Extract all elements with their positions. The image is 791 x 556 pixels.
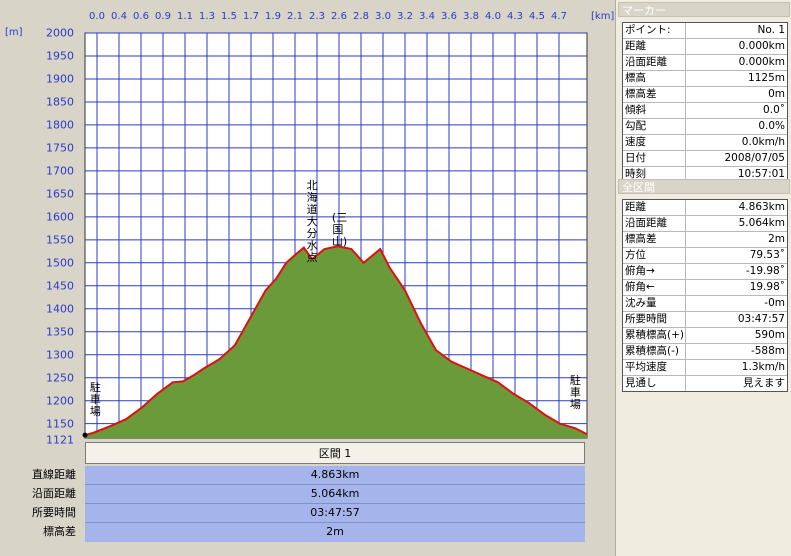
stats-row: 標高差 2m (0, 523, 615, 541)
info-label: 累積標高(-) (623, 344, 686, 359)
info-label: 沿面距離 (623, 55, 686, 70)
chart-annotation: 駐車場 (89, 381, 101, 419)
info-row: 距離 0.000km (623, 39, 787, 55)
info-value: 2m (768, 233, 785, 245)
chart-annotation: 北海道大分水点 (306, 179, 318, 265)
info-label: 沈み量 (623, 296, 686, 311)
stats-value: 4.863km (310, 468, 360, 481)
stats-value: 03:47:57 (310, 506, 360, 519)
info-label: 平均速度 (623, 360, 686, 375)
info-label: 距離 (623, 39, 686, 54)
info-label: 所要時間 (623, 312, 686, 327)
info-row: ポイント: No. 1 (623, 23, 787, 39)
info-value: -19.98˚ (745, 265, 785, 277)
chart-annotation: 駐車場 (569, 374, 581, 412)
info-row: 標高差 2m (623, 232, 787, 248)
info-row: 沈み量 -0m (623, 296, 787, 312)
chart-annotation: (三国山) (331, 211, 348, 249)
info-row: 傾斜 0.0˚ (623, 103, 787, 119)
current-marker-point (82, 432, 88, 438)
info-row: 速度 0.0km/h (623, 135, 787, 151)
info-label: 累積標高(+) (625, 328, 686, 343)
info-label: 方位 (623, 248, 686, 263)
info-value: 03:47:57 (737, 313, 785, 325)
info-label: 沿面距離 (623, 216, 686, 231)
info-value: No. 1 (757, 24, 785, 36)
stats-row: 直線距離 4.863km (0, 466, 615, 484)
info-row: 標高 1125m (623, 71, 787, 87)
info-value: 590m (754, 329, 785, 341)
info-label: 勾配 (623, 119, 686, 134)
section-1-button[interactable]: 区間 1 (85, 442, 585, 464)
stats-label: 直線距離 (32, 468, 76, 481)
info-value: 19.98˚ (749, 281, 785, 293)
info-label: 見通し (623, 376, 686, 391)
info-value: 5.064km (738, 217, 785, 229)
info-label: ポイント: (623, 23, 686, 38)
info-row: 所要時間 03:47:57 (623, 312, 787, 328)
info-row: 日付 2008/07/05 (623, 151, 787, 167)
info-value: 0.0km/h (741, 136, 785, 148)
info-value: 0.0% (758, 120, 785, 132)
section-label: 区間 1 (318, 447, 352, 460)
info-row: 平均速度 1.3km/h (623, 360, 787, 376)
info-label: 傾斜 (623, 103, 686, 118)
info-value: 1.3km/h (741, 361, 785, 373)
marker-table: ポイント: No. 1 距離 0.000km 沿面距離 0.000km 標高 1125m 標高差… (622, 22, 788, 183)
info-row: 累積標高(-) -588m (623, 344, 787, 360)
info-label: 俯角← (623, 280, 686, 295)
info-value: 79.53˚ (749, 249, 785, 261)
stats-divider (85, 484, 585, 485)
info-value: 2008/07/05 (724, 152, 785, 164)
info-value: 見えます (743, 377, 785, 389)
stats-label: 標高差 (43, 525, 76, 538)
section-table: 距離 4.863km 沿面距離 5.064km 標高差 2m 方位 79.53˚ 俯角→ -19.… (622, 199, 788, 392)
info-row: 俯角← 19.98˚ (623, 280, 787, 296)
info-value: 0m (768, 88, 785, 100)
info-row: 距離 4.863km (623, 200, 787, 216)
stats-value: 2m (326, 525, 344, 538)
stats-label: 所要時間 (32, 506, 76, 519)
info-row: 沿面距離 5.064km (623, 216, 787, 232)
stats-label: 沿面距離 (32, 487, 76, 500)
marker-panel-title: マーカー (618, 2, 790, 17)
info-label: 標高 (623, 71, 686, 86)
info-sidebar: マーカー ポイント: No. 1 距離 0.000km 沿面距離 0.000km 標高 112… (615, 0, 791, 556)
info-label: 日付 (623, 151, 686, 166)
profile-area: [m] [km] 0.0 0.4 0.6 0.9 1.1 1.3 1.5 1.7 1.9 2.1 2… (0, 0, 615, 556)
stats-divider (85, 503, 585, 504)
info-label: 速度 (623, 135, 686, 150)
info-value: -588m (750, 345, 785, 357)
stats-row: 所要時間 03:47:57 (0, 504, 615, 522)
info-label: 標高差 (623, 87, 686, 102)
stats-divider (85, 522, 585, 523)
stats-value: 5.064km (310, 487, 360, 500)
info-label: 俯角→ (623, 264, 686, 279)
info-row: 見通し 見えます (623, 376, 787, 391)
info-row: 標高差 0m (623, 87, 787, 103)
info-value: -0m (764, 297, 785, 309)
stats-row: 沿面距離 5.064km (0, 485, 615, 503)
info-row: 勾配 0.0% (623, 119, 787, 135)
info-row: 沿面距離 0.000km (623, 55, 787, 71)
info-row: 俯角→ -19.98˚ (623, 264, 787, 280)
info-value: 0.0˚ (763, 104, 785, 116)
info-value: 1125m (748, 72, 785, 84)
info-row: 方位 79.53˚ (623, 248, 787, 264)
info-row: 累積標高(+) 590m (623, 328, 787, 344)
info-value: 0.000km (738, 56, 785, 68)
info-label: 距離 (623, 200, 686, 215)
section-panel-title: 全区間 (618, 179, 790, 194)
info-label: 標高差 (623, 232, 686, 247)
info-value: 0.000km (738, 40, 785, 52)
info-value: 4.863km (738, 201, 785, 213)
